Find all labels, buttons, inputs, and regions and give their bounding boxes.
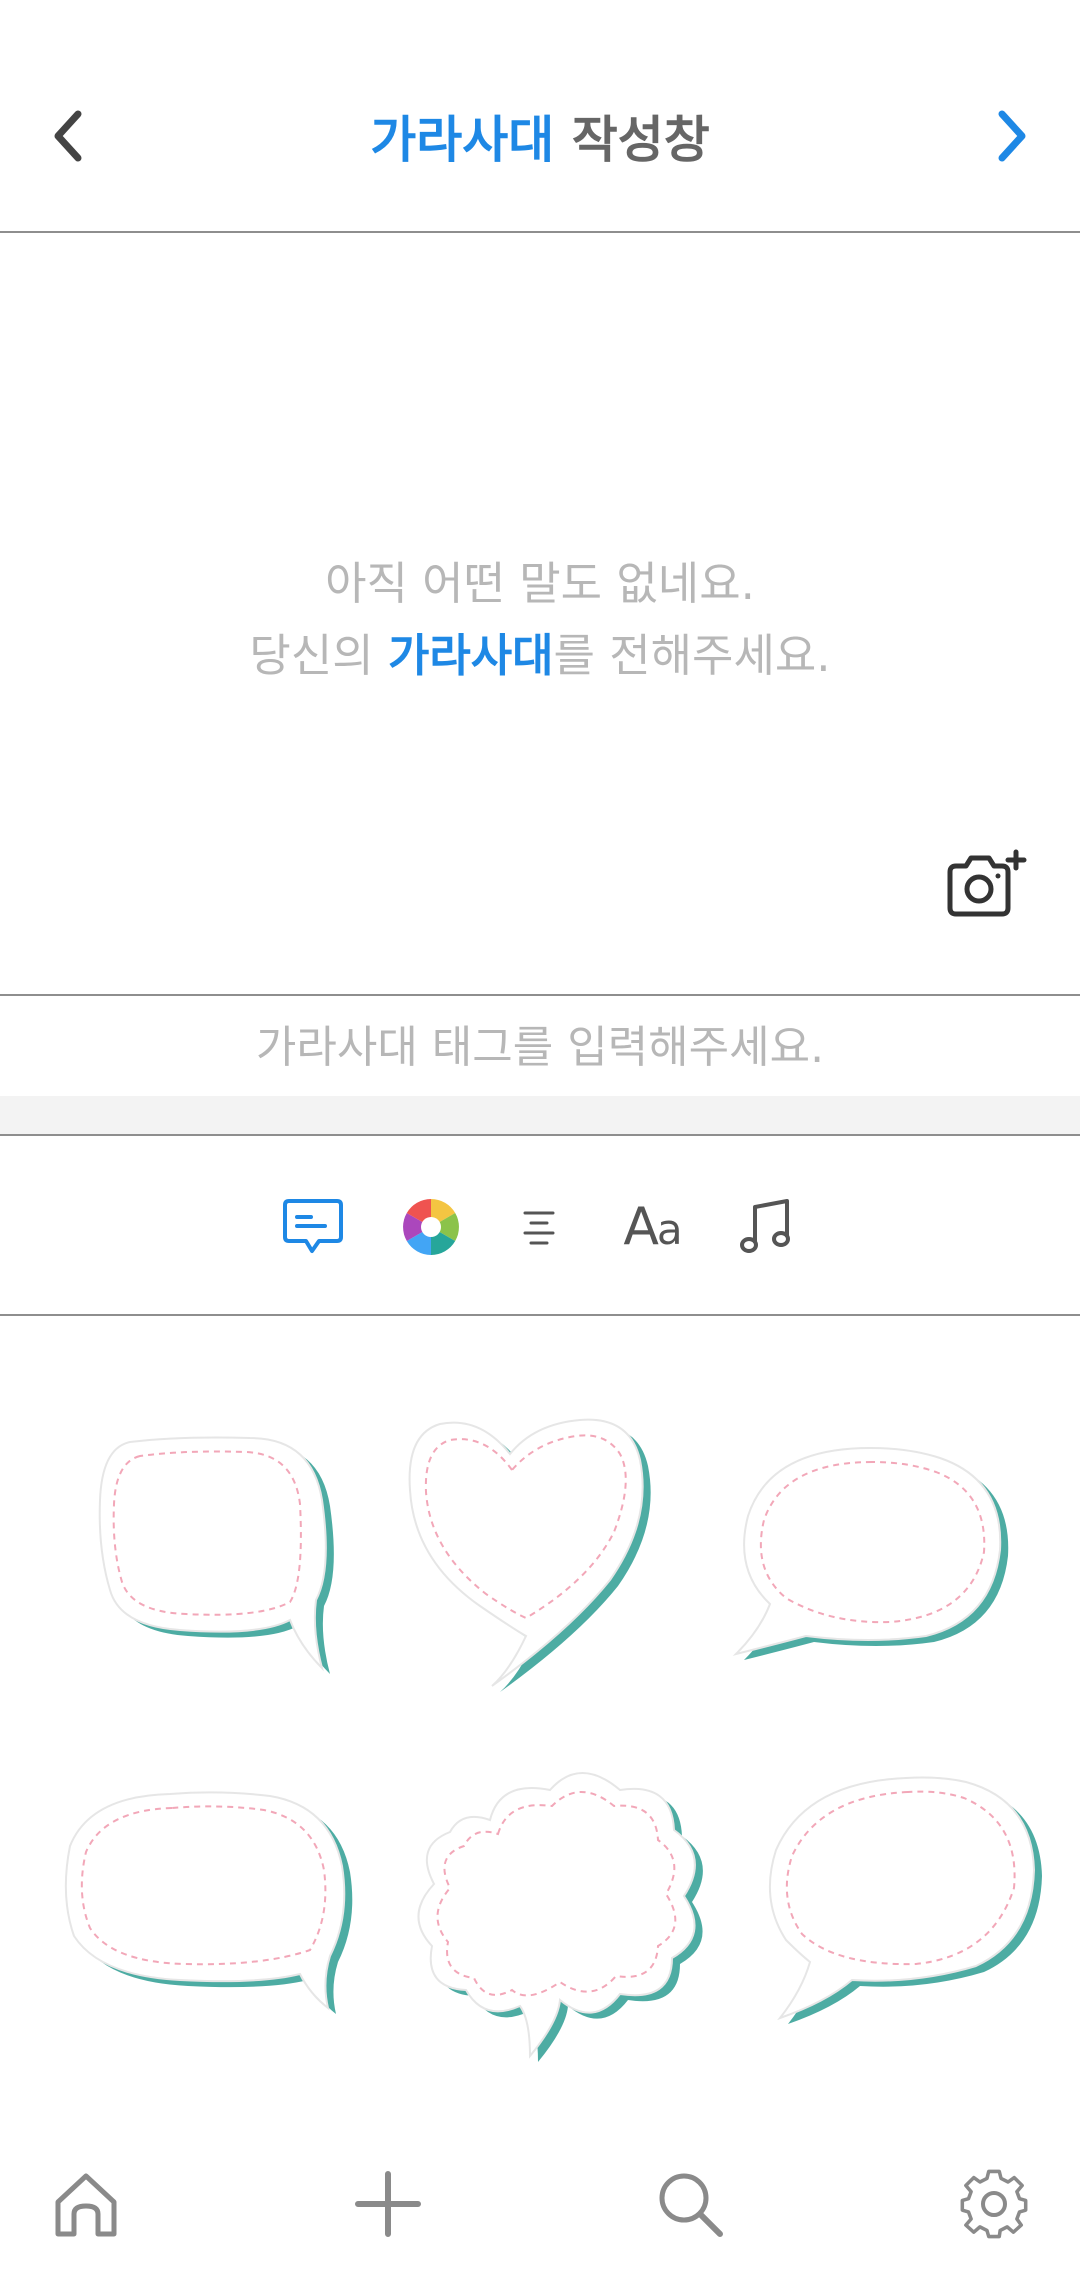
toolbar-bottom-divider [0,1314,1080,1316]
align-center-icon [523,1211,555,1245]
color-tool[interactable] [394,1192,468,1262]
oval-bubble-left-tail[interactable] [730,1440,1020,1690]
chevron-right-icon [998,110,1026,162]
round-bubble-right-tail[interactable] [90,1430,360,1690]
page-title: 가라사대 작성창 [0,100,1080,172]
plus-icon [355,2171,421,2237]
font-icon: Aa [623,1197,682,1257]
speech-bubble-tool[interactable] [276,1192,350,1262]
add-photo-button[interactable] [944,846,1028,922]
cloud-bubble[interactable] [410,1760,720,2070]
align-tool[interactable] [502,1192,576,1262]
oval-bubble-left-tail-2[interactable] [756,1770,1046,2040]
empty-message-line2: 당신의 가라사대를 전해주세요. [0,620,1080,692]
wide-bubble-right-tail[interactable] [60,1786,360,2026]
empty-message-prefix: 당신의 [249,629,388,682]
tag-input[interactable] [0,1000,1080,1094]
font-tool[interactable]: Aa [610,1192,694,1262]
speech-bubble-icon [283,1199,343,1253]
next-button[interactable] [980,96,1040,176]
nav-add[interactable] [350,2166,426,2242]
home-icon [55,2173,117,2237]
nav-settings[interactable] [956,2166,1032,2242]
color-wheel-icon [403,1199,459,1255]
empty-message: 아직 어떤 말도 없네요. 당신의 가라사대를 전해주세요. [0,548,1080,692]
nav-search[interactable] [652,2166,728,2242]
empty-message-line1: 아직 어떤 말도 없네요. [325,557,755,610]
gear-icon [960,2169,1028,2239]
canvas-divider [0,994,1080,996]
header: 가라사대 작성창 [0,0,1080,232]
toolbar-top-divider [0,1134,1080,1136]
empty-message-accent: 가라사대 [387,629,554,682]
nav-home[interactable] [48,2166,124,2242]
music-note-icon [740,1199,790,1253]
section-spacer [0,1096,1080,1134]
page-title-accent: 가라사대 [370,111,555,169]
page-title-rest: 작성창 [554,111,710,169]
empty-message-suffix: 를 전해주세요. [553,629,831,682]
music-tool[interactable] [730,1192,804,1262]
search-icon [659,2173,723,2237]
camera-plus-icon [947,849,1027,917]
heart-bubble[interactable] [400,1410,680,1700]
